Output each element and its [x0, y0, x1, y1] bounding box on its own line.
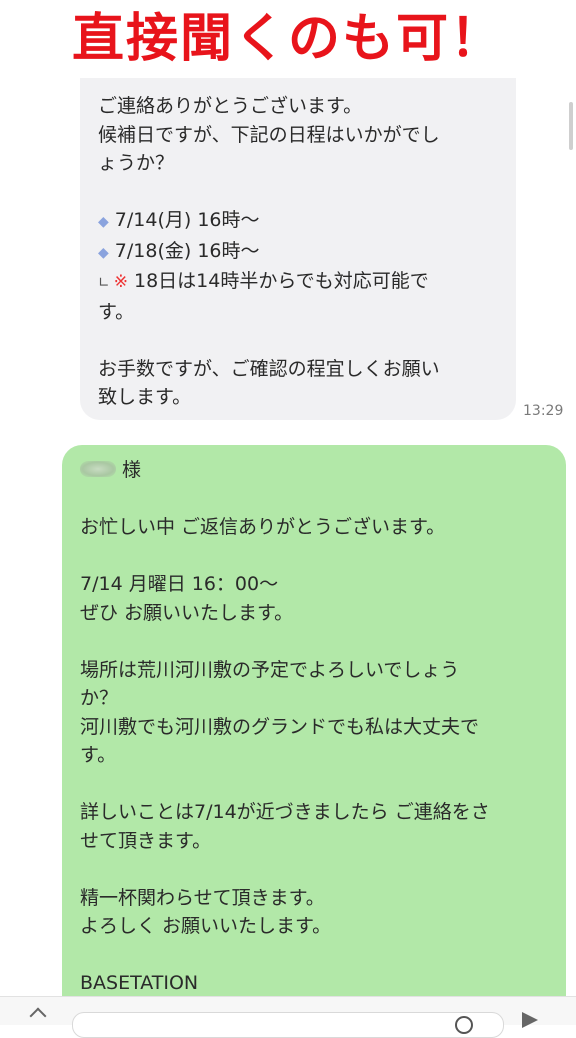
outgoing-message-bubble[interactable]: 様 お忙しい中 ご返信ありがとうございます。 7/14 月曜日 16：00～ ぜひ…: [62, 445, 566, 996]
message-line: 詳しいことは7/14が近づきましたら ご連絡をさ: [80, 801, 490, 823]
message-line: お手数ですが、ご確認の程宜しくお願い: [98, 357, 440, 380]
send-icon[interactable]: [522, 1012, 538, 1028]
message-line: す。: [80, 744, 117, 766]
message-line: 致します。: [98, 386, 192, 408]
message-line: 精一杯関わらせて頂きます。: [80, 886, 325, 909]
diamond-icon: ◆: [98, 214, 109, 230]
reference-mark-icon: ※: [113, 272, 128, 292]
message-line: か？: [80, 687, 119, 709]
promo-banner: 直接聞くのも可！: [0, 0, 576, 78]
message-timestamp: 13:29: [523, 403, 564, 419]
incoming-message-text: ご連絡ありがとうございます。候補日ですが、下記の日程はいかがでし ょうか？ ◆ 7/…: [98, 92, 498, 412]
incoming-message-bubble[interactable]: ご連絡ありがとうございます。候補日ですが、下記の日程はいかがでし ょうか？ ◆ 7/…: [80, 78, 516, 420]
message-line: よろしく お願いいたします。: [80, 915, 332, 937]
signature-line: BASETATION: [80, 972, 199, 994]
banner-title: 直接聞くのも可！: [71, 9, 504, 69]
message-line: す。: [98, 300, 135, 323]
outgoing-message-text: お忙しい中 ご返信ありがとうございます。 7/14 月曜日 16：00～ ぜひ お…: [80, 513, 548, 996]
message-input[interactable]: [72, 1012, 504, 1038]
diamond-icon: ◆: [98, 244, 109, 261]
date-option-2: ◆ 7/18(金) 16時～: [98, 239, 260, 262]
scrollbar-thumb[interactable]: [569, 102, 573, 150]
honorific: 様: [122, 459, 142, 481]
message-line: ょうか？: [98, 152, 175, 174]
message-line: 7/14 月曜日 16：00～: [80, 573, 279, 595]
message-line: ぜひ お願いいたします。: [80, 601, 294, 624]
chat-area[interactable]: ご連絡ありがとうございます。 候補日ですが、下記の日程はいかがでし ょうか？ ◆ 7/…: [0, 78, 576, 996]
message-line: お忙しい中 ご返信ありがとうございます。: [80, 516, 446, 538]
blurred-name: [80, 461, 116, 477]
message-line: 場所は荒川河川敷の予定でよろしいでしょう: [80, 658, 460, 681]
message-line: 河川敷でも河川敷のグランドでも私は大丈夫で: [80, 715, 480, 738]
note-line: ∟ ※ 18日は14時半からでも対応可能で: [98, 270, 429, 292]
message-line: 候補日ですが、下記の日程はいかがでし: [98, 123, 440, 146]
recipient-row: 様: [80, 457, 548, 483]
emoji-icon[interactable]: [455, 1016, 473, 1034]
corner-bracket-icon: ∟: [98, 275, 110, 291]
message-line: ご連絡ありがとうございます。: [98, 95, 363, 117]
date-option-1: ◆ 7/14(月) 16時～: [98, 209, 260, 231]
message-line: せて頂きます。: [80, 829, 212, 852]
